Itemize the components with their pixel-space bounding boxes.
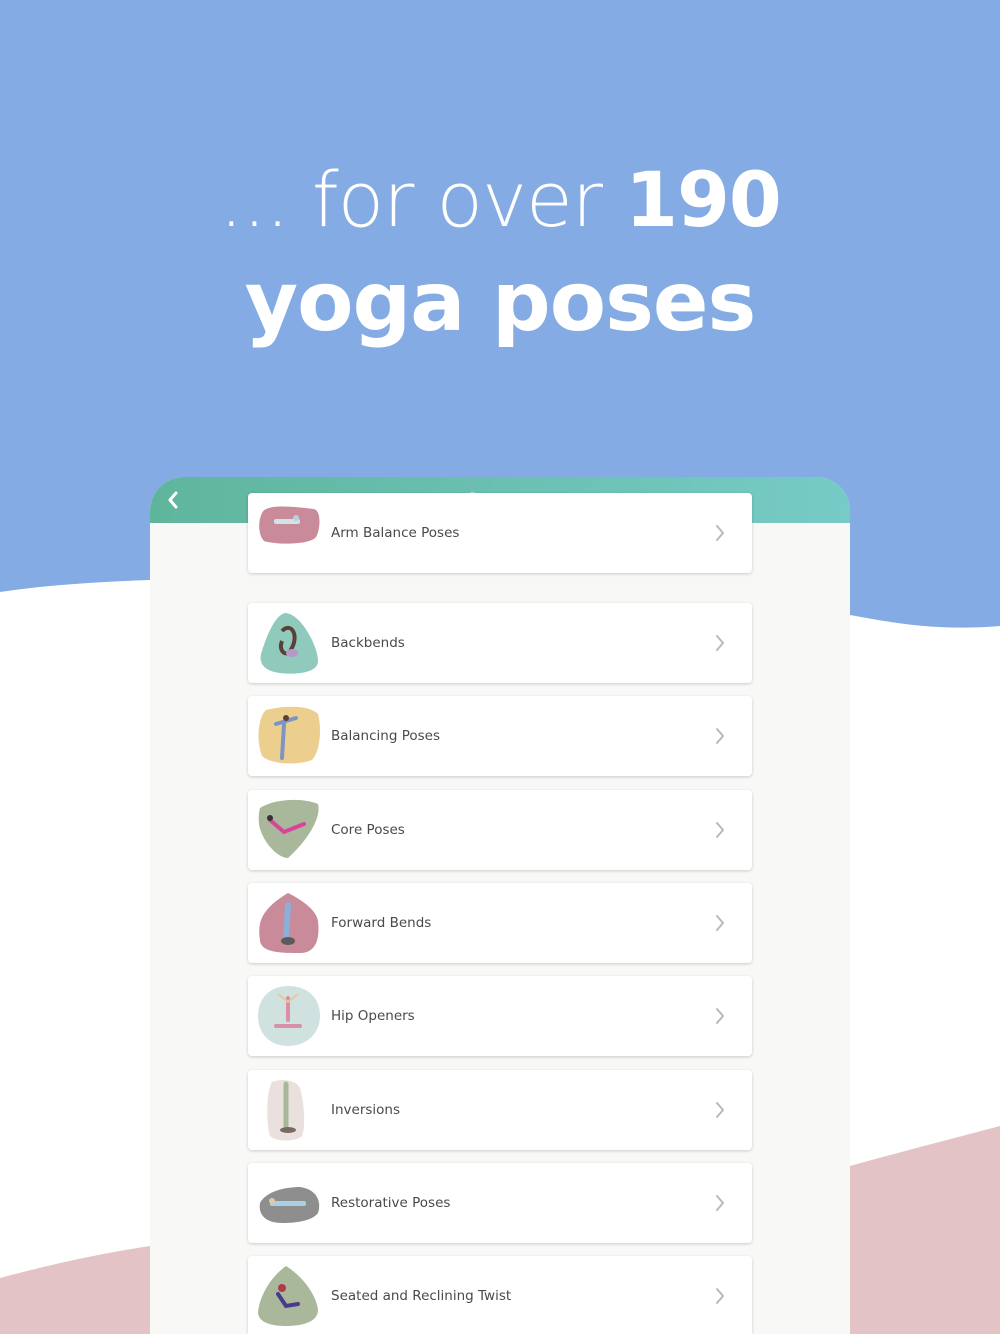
category-label: Core Poses: [331, 822, 405, 838]
chevron-right-icon: [714, 1286, 726, 1306]
category-label: Arm Balance Poses: [331, 525, 460, 541]
pose-thumbnail-icon: [256, 798, 322, 862]
category-card[interactable]: Arm Balance Poses: [248, 493, 752, 573]
pose-thumbnail-icon: [256, 984, 322, 1048]
headline-prefix: ... for over: [219, 155, 603, 244]
headline-line-1: ... for over 190: [0, 150, 1000, 250]
pose-thumbnail-icon: [256, 704, 322, 768]
chevron-right-icon: [714, 523, 726, 543]
headline: ... for over 190 yoga poses: [0, 150, 1000, 355]
pose-thumbnail-icon: [256, 1171, 322, 1235]
chevron-right-icon: [714, 913, 726, 933]
category-card[interactable]: Balancing Poses: [248, 696, 752, 776]
chevron-right-icon: [714, 1100, 726, 1120]
category-card[interactable]: Core Poses: [248, 790, 752, 870]
category-label: Restorative Poses: [331, 1195, 451, 1211]
category-label: Hip Openers: [331, 1008, 415, 1024]
category-label: Balancing Poses: [331, 728, 440, 744]
chevron-right-icon: [714, 726, 726, 746]
pose-thumbnail-icon: [256, 891, 322, 955]
category-card[interactable]: Backbends: [248, 603, 752, 683]
category-card[interactable]: Inversions: [248, 1070, 752, 1150]
chevron-right-icon: [714, 820, 726, 840]
pose-thumbnail-icon: [256, 1264, 322, 1328]
chevron-right-icon: [714, 633, 726, 653]
category-card[interactable]: Forward Bends: [248, 883, 752, 963]
chevron-right-icon: [714, 1006, 726, 1026]
category-label: Seated and Reclining Twist: [331, 1288, 512, 1304]
category-label: Backbends: [331, 635, 405, 651]
headline-line-2: yoga poses: [244, 255, 757, 350]
pose-thumbnail-icon: [256, 501, 322, 565]
chevron-right-icon: [714, 1193, 726, 1213]
headline-count: 190: [625, 155, 782, 244]
category-card[interactable]: Hip Openers: [248, 976, 752, 1056]
category-label: Forward Bends: [331, 915, 432, 931]
pose-thumbnail-icon: [256, 611, 322, 675]
app-screen: Asanas Arm Balance PosesBackbendsBalanci…: [150, 477, 850, 1334]
pose-thumbnail-icon: [256, 1078, 322, 1142]
category-card[interactable]: Restorative Poses: [248, 1163, 752, 1243]
category-label: Inversions: [331, 1102, 401, 1118]
category-card[interactable]: Seated and Reclining Twist: [248, 1256, 752, 1334]
